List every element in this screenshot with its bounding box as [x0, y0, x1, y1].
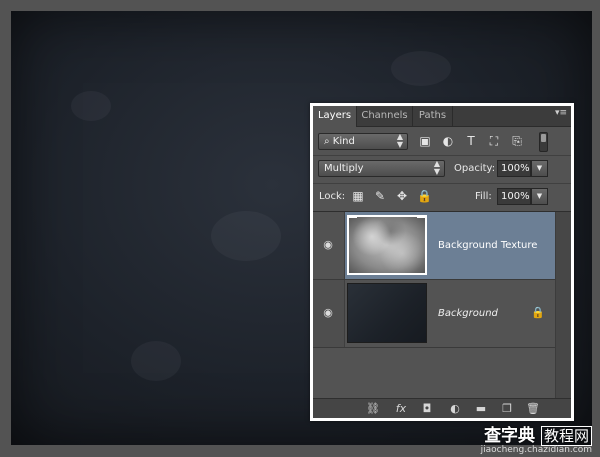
- tab-channels[interactable]: Channels: [357, 106, 413, 126]
- adjustment-filter-icon[interactable]: ◐: [440, 133, 456, 149]
- shape-filter-icon[interactable]: ⛶: [486, 133, 502, 149]
- visibility-cell: ◉: [313, 212, 345, 279]
- new-layer-icon[interactable]: ❐: [499, 401, 515, 416]
- fill-slider-button[interactable]: ▼: [531, 188, 548, 205]
- eye-icon[interactable]: ◉: [322, 239, 334, 251]
- visibility-cell: ◉: [313, 280, 345, 347]
- layers-scrollbar[interactable]: [555, 212, 571, 399]
- lock-row: Lock: ▦ ✎ ✥ 🔒 Fill: 100% ▼: [313, 183, 571, 212]
- layer-mask-icon[interactable]: ◘: [419, 401, 435, 416]
- thumb-corner-mark: [347, 215, 357, 218]
- filter-toggle-switch[interactable]: [539, 132, 548, 152]
- link-layers-icon[interactable]: ⛓: [365, 401, 381, 416]
- lock-transparency-icon[interactable]: ▦: [351, 189, 365, 203]
- lock-all-icon[interactable]: 🔒: [417, 189, 432, 203]
- type-filter-icon[interactable]: T: [463, 133, 479, 149]
- layers-panel: Layers Channels Paths ▾≡ ⌕ Kind ▲ ▼ ▣ ◐ T…: [310, 103, 574, 421]
- site-watermark: 查字典 教程网 jiaocheng.chazidian.com: [480, 426, 592, 455]
- opacity-slider-button[interactable]: ▼: [531, 160, 548, 177]
- blend-mode-dropdown[interactable]: Multiply ▲ ▼: [318, 160, 445, 177]
- blend-mode-value: Multiply: [324, 163, 364, 174]
- layer-name[interactable]: Background Texture: [438, 212, 537, 280]
- texture-speck: [211, 211, 281, 261]
- watermark-brand: 查字典: [484, 426, 536, 446]
- filter-kind-dropdown[interactable]: ⌕ Kind ▲ ▼: [318, 133, 408, 150]
- trash-icon[interactable]: 🗑: [525, 401, 541, 416]
- lock-label: Lock:: [319, 191, 346, 202]
- search-icon: ⌕: [324, 136, 333, 147]
- layer-name[interactable]: Background: [438, 280, 498, 348]
- blend-row: Multiply ▲ ▼ Opacity: 100% ▼: [313, 155, 571, 184]
- watermark-tag: 教程网: [540, 426, 592, 446]
- lock-position-icon[interactable]: ✥: [395, 189, 409, 203]
- eye-icon[interactable]: ◉: [322, 307, 334, 319]
- updown-arrows-icon: ▲ ▼: [433, 159, 440, 176]
- smart-object-filter-icon[interactable]: ⎘: [509, 133, 525, 149]
- updown-arrows-icon: ▲ ▼: [396, 132, 403, 149]
- filter-row: ⌕ Kind ▲ ▼ ▣ ◐ T ⛶ ⎘: [313, 127, 571, 156]
- tab-layers[interactable]: Layers: [313, 106, 357, 127]
- layers-list: ◉ Background Texture ◉ Background 🔒: [313, 212, 571, 399]
- group-folder-icon[interactable]: ▬: [473, 401, 489, 416]
- adjustment-layer-icon[interactable]: ◐: [447, 401, 463, 416]
- image-filter-icon[interactable]: ▣: [417, 133, 433, 149]
- fill-label: Fill:: [475, 191, 492, 202]
- watermark-url: jiaocheng.chazidian.com: [480, 445, 592, 455]
- texture-speck: [71, 91, 111, 121]
- layer-lock-icon: 🔒: [531, 306, 545, 319]
- layer-thumbnail[interactable]: [347, 215, 427, 275]
- layer-row-background-texture[interactable]: ◉ Background Texture: [313, 212, 571, 280]
- fill-input[interactable]: 100%: [497, 188, 531, 205]
- texture-speck: [391, 51, 451, 86]
- watermark-main: 查字典 教程网: [481, 426, 592, 446]
- fx-icon[interactable]: fx: [393, 401, 409, 416]
- panel-footer: ⛓ fx ◘ ◐ ▬ ❐ 🗑: [313, 398, 571, 418]
- layer-thumbnail[interactable]: [347, 283, 427, 343]
- layer-row-background[interactable]: ◉ Background 🔒: [313, 280, 571, 348]
- panel-tab-bar: Layers Channels Paths ▾≡: [313, 106, 571, 127]
- thumb-corner-mark: [417, 215, 427, 218]
- filter-kind-label: Kind: [332, 136, 355, 147]
- opacity-input[interactable]: 100%: [497, 160, 531, 177]
- panel-menu-icon[interactable]: ▾≡: [555, 108, 567, 118]
- texture-speck: [131, 341, 181, 381]
- lock-image-pixels-icon[interactable]: ✎: [373, 189, 387, 203]
- opacity-label: Opacity:: [454, 163, 496, 174]
- tab-paths[interactable]: Paths: [413, 106, 453, 126]
